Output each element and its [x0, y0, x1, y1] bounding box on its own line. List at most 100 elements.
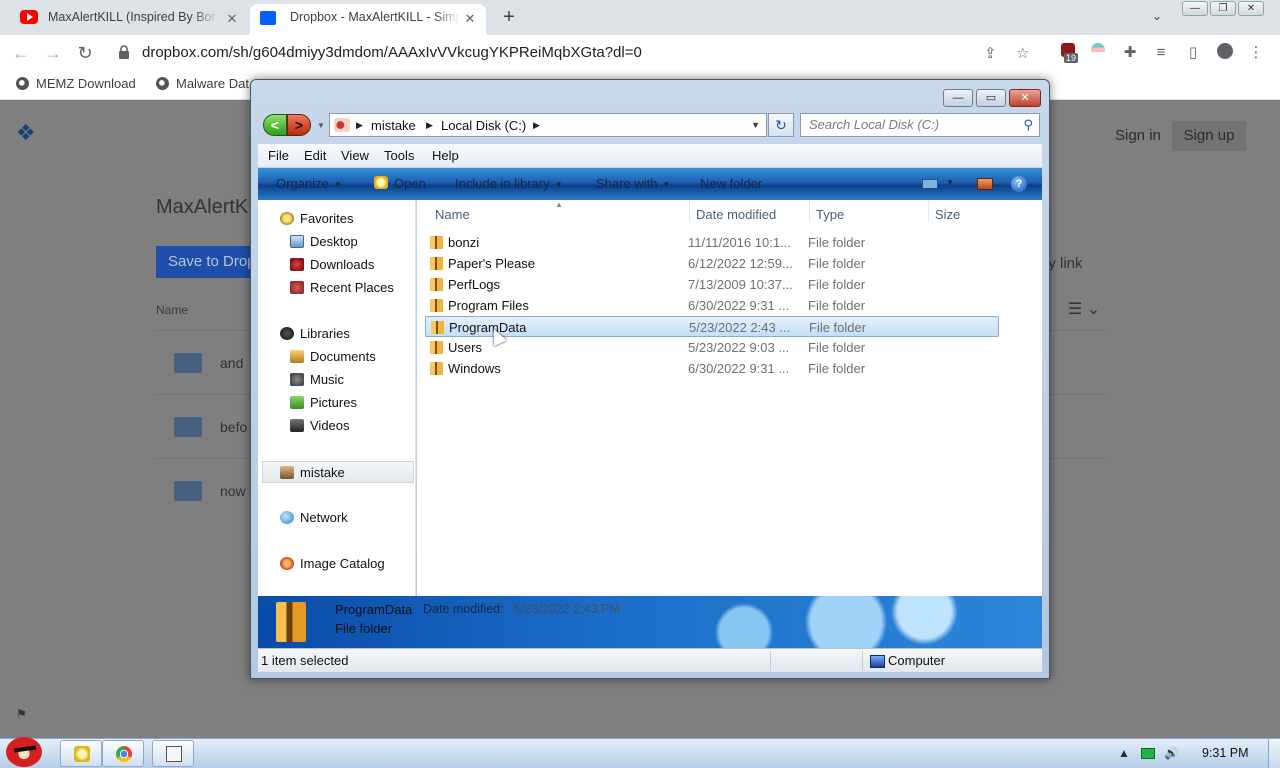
forward-button[interactable]: →	[42, 42, 64, 64]
explorer-forward-button[interactable]: >	[287, 114, 311, 136]
nav-videos[interactable]: Videos	[258, 415, 416, 437]
back-button[interactable]: ←	[10, 42, 32, 64]
share-icon[interactable]: ⇪	[984, 44, 997, 62]
nav-libraries[interactable]: Libraries	[258, 323, 416, 345]
show-desktop-button[interactable]	[1268, 739, 1280, 768]
nav-favorites[interactable]: Favorites	[258, 208, 416, 230]
close-tab-icon[interactable]: ✕	[462, 11, 478, 27]
breadcrumb-root[interactable]: mistake	[371, 118, 416, 133]
address-bar[interactable]: dropbox.com/sh/g604dmiyy3dmdom/AAAxIvVVk…	[108, 38, 1048, 68]
close-window-button[interactable]: ✕	[1238, 1, 1264, 16]
search-input[interactable]: Search Local Disk (C:) ⚲	[800, 113, 1040, 137]
explorer-minimize-button[interactable]: —	[943, 89, 973, 107]
sign-in-link[interactable]: Sign in	[1115, 127, 1161, 144]
nav-music[interactable]: Music	[258, 369, 416, 391]
taskbar-window-button[interactable]	[152, 740, 194, 767]
breadcrumb-arrow-icon[interactable]: ▶	[533, 120, 540, 131]
address-history-dropdown-icon[interactable]: ▼	[751, 120, 760, 130]
side-panel-icon[interactable]: ▯	[1183, 43, 1203, 63]
profile-avatar-icon[interactable]	[1215, 43, 1235, 63]
explorer-maximize-button[interactable]: ▭	[976, 89, 1006, 107]
refresh-button[interactable]: ↻	[768, 113, 794, 137]
explorer-address-bar[interactable]: ▶ mistake ▶ Local Disk (C:) ▶ ▼	[329, 113, 767, 137]
desktop-icon	[290, 235, 304, 248]
report-flag-icon[interactable]: ⚑	[16, 707, 27, 721]
column-header-name[interactable]: Name	[435, 207, 470, 222]
column-header-size[interactable]: Size	[935, 207, 960, 222]
dropbox-logo-icon[interactable]: ❖	[16, 120, 42, 145]
breadcrumb-arrow-icon[interactable]: ▶	[356, 120, 363, 131]
taskbar-chrome-button[interactable]	[102, 740, 144, 767]
change-view-icon[interactable]	[922, 179, 938, 189]
bookmark-star-icon[interactable]: ☆	[1016, 44, 1029, 62]
extensions-puzzle-icon[interactable]: ✚	[1120, 43, 1140, 63]
lock-icon	[119, 45, 129, 59]
bookmark-memz[interactable]: MEMZ Download	[14, 76, 136, 91]
menu-edit[interactable]: Edit	[304, 148, 326, 163]
menu-tools[interactable]: Tools	[384, 148, 414, 163]
file-list: ▲ Name Date modified Type Size bonzi 11/1…	[417, 200, 1042, 596]
menu-kebab-icon[interactable]: ⋮	[1246, 43, 1266, 63]
organize-button[interactable]: Organize ▼	[276, 176, 342, 191]
battery-icon[interactable]	[1141, 748, 1155, 759]
column-header-date[interactable]: Date modified	[696, 207, 776, 222]
view-options-icon[interactable]: ☰ ⌄	[1068, 299, 1100, 319]
media-control-icon[interactable]: ≡	[1151, 43, 1171, 63]
help-icon[interactable]: ?	[1011, 176, 1027, 192]
clock[interactable]: 9:31 PM	[1202, 746, 1249, 760]
reload-button[interactable]: ↻	[74, 42, 96, 64]
menu-file[interactable]: File	[268, 148, 289, 163]
column-header-name[interactable]: Name	[156, 303, 188, 317]
start-button[interactable]	[2, 731, 48, 768]
tab-youtube[interactable]: MaxAlertKILL (Inspired By Bonzi ✕	[8, 4, 248, 35]
minimize-button[interactable]: —	[1182, 1, 1208, 16]
explorer-back-button[interactable]: <	[263, 114, 287, 136]
extension-shield-icon[interactable]: 19	[1058, 43, 1079, 63]
flag-extension-icon[interactable]	[1088, 43, 1108, 63]
menu-help[interactable]: Help	[432, 148, 459, 163]
nav-network[interactable]: Network	[258, 507, 416, 529]
nav-recent-places[interactable]: Recent Places	[258, 277, 416, 299]
nav-desktop[interactable]: Desktop	[258, 231, 416, 253]
preview-pane-icon[interactable]	[977, 178, 993, 190]
videos-icon	[290, 419, 304, 432]
sign-up-button[interactable]: Sign up	[1172, 121, 1246, 151]
tab-dropbox[interactable]: Dropbox - MaxAlertKILL - Simplify ✕	[250, 4, 486, 35]
open-button[interactable]: Open	[374, 176, 426, 191]
table-row[interactable]: Users 5/23/2022 9:03 ... File folder	[425, 337, 999, 358]
breadcrumb-arrow-icon[interactable]: ▶	[426, 120, 433, 131]
nav-pictures[interactable]: Pictures	[258, 392, 416, 414]
table-row[interactable]: bonzi 11/11/2016 10:1... File folder	[425, 232, 999, 253]
libraries-icon	[280, 327, 294, 340]
new-folder-button[interactable]: New folder	[700, 176, 762, 191]
table-row[interactable]: Paper's Please 6/12/2022 12:59... File fol…	[425, 253, 999, 274]
search-icon[interactable]: ⚲	[1023, 114, 1033, 136]
nav-downloads[interactable]: Downloads	[258, 254, 416, 276]
table-row[interactable]: PerfLogs 7/13/2009 10:37... File folder	[425, 274, 999, 295]
column-header-type[interactable]: Type	[816, 207, 844, 222]
show-hidden-icons[interactable]: ▲	[1118, 746, 1130, 760]
explorer-close-button[interactable]: ✕	[1009, 89, 1041, 107]
nav-documents[interactable]: Documents	[258, 346, 416, 368]
recent-pages-dropdown-icon[interactable]: ▼	[317, 121, 325, 130]
bookmark-malware[interactable]: Malware Dat	[154, 76, 249, 91]
table-row-selected[interactable]: ProgramData 5/23/2022 2:43 ... File folder	[425, 316, 999, 337]
close-tab-icon[interactable]: ✕	[224, 11, 240, 27]
include-in-library-button[interactable]: Include in library ▼	[455, 176, 563, 191]
nav-home-folder[interactable]: mistake	[262, 461, 414, 483]
column-divider[interactable]	[809, 200, 810, 222]
nav-image-catalog[interactable]: Image Catalog	[258, 553, 416, 575]
new-tab-button[interactable]: +	[498, 6, 520, 28]
volume-icon[interactable]: 🔊	[1164, 746, 1179, 760]
tab-search-icon[interactable]: ⌄	[1152, 9, 1162, 23]
taskbar-explorer-button[interactable]	[60, 740, 102, 767]
view-options-dropdown-icon[interactable]: ▼	[946, 178, 954, 187]
table-row[interactable]: Program Files 6/30/2022 9:31 ... File fold…	[425, 295, 999, 316]
column-divider[interactable]	[689, 200, 690, 222]
table-row[interactable]: Windows 6/30/2022 9:31 ... File folder	[425, 358, 999, 379]
breadcrumb-current[interactable]: Local Disk (C:)	[441, 118, 526, 133]
restore-button[interactable]: ❐	[1210, 1, 1236, 16]
share-with-button[interactable]: Share with ▼	[596, 176, 670, 191]
menu-view[interactable]: View	[341, 148, 369, 163]
column-divider[interactable]	[928, 200, 929, 222]
